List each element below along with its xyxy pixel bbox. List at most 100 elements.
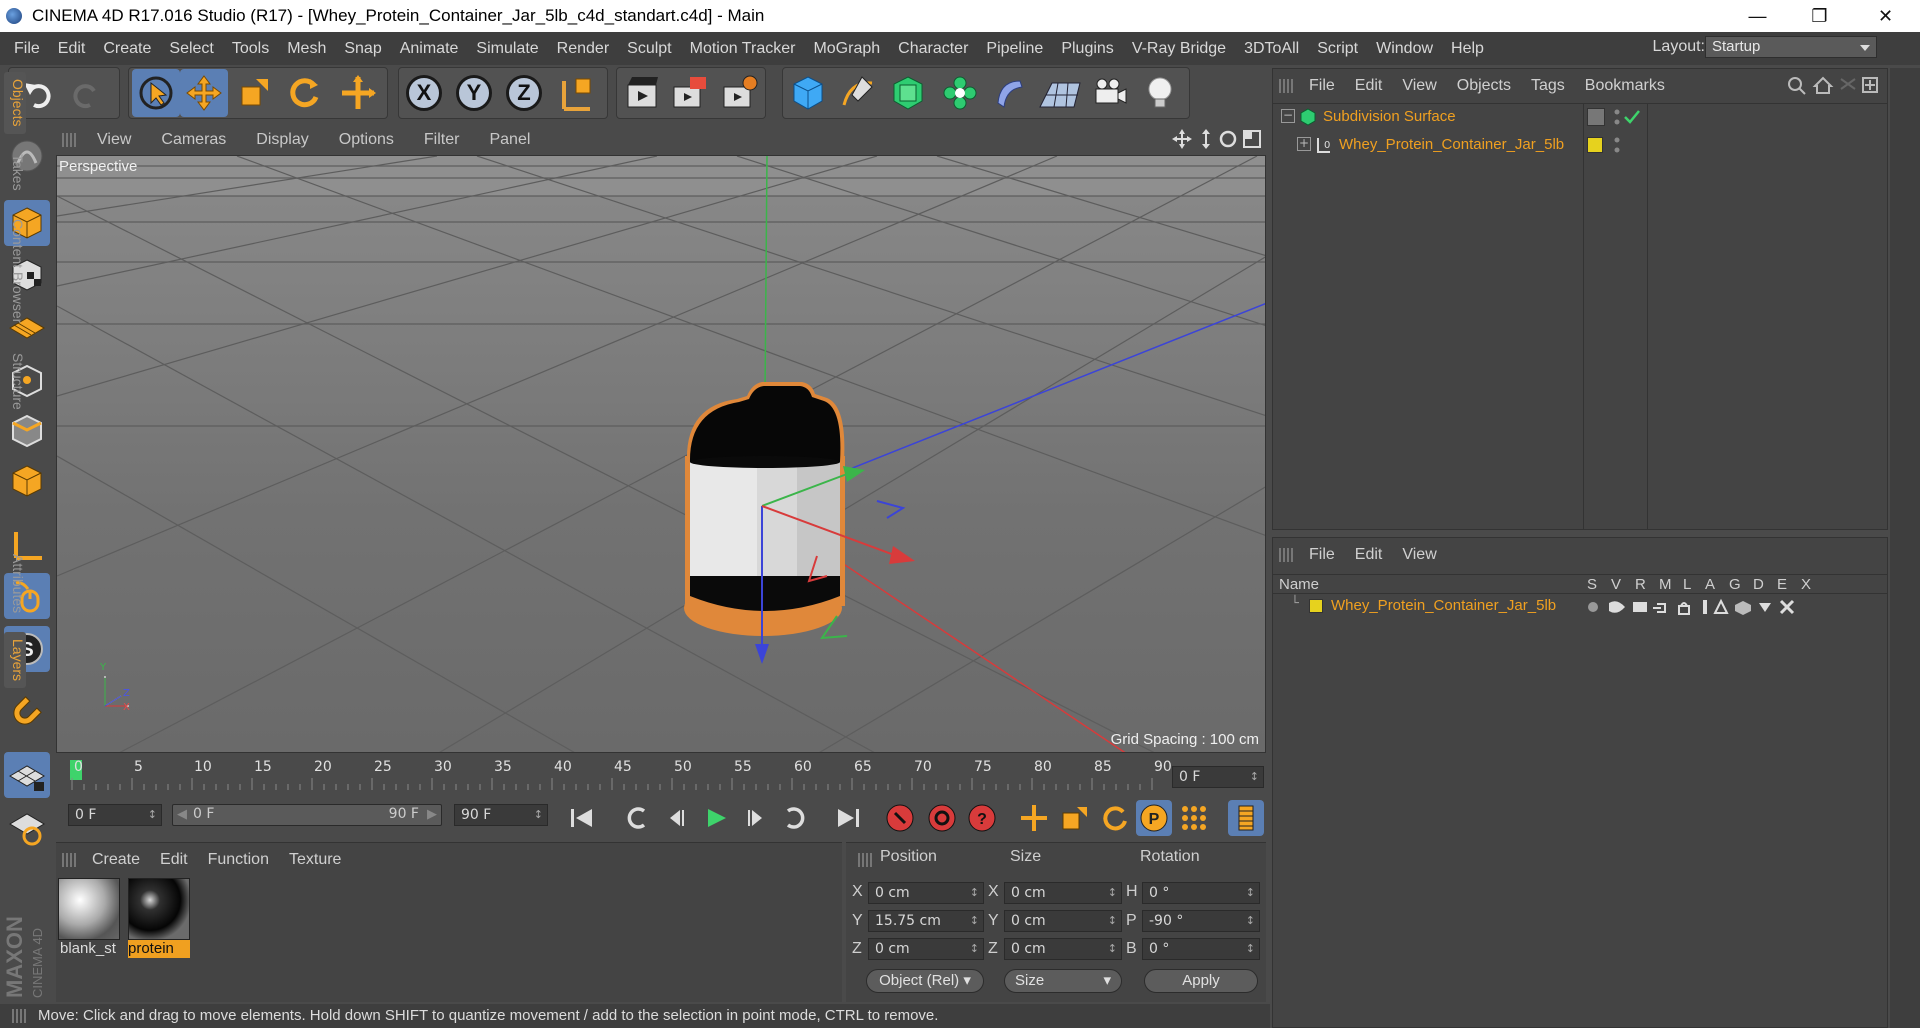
position-x-field[interactable]: 0 cm — [868, 882, 984, 904]
viewport-menu-cameras[interactable]: Cameras — [146, 131, 241, 149]
last-tool-icon[interactable] — [334, 69, 382, 117]
x-axis-lock-button[interactable]: X — [400, 69, 448, 117]
tab-objects[interactable]: Objects — [4, 72, 26, 134]
key-rotation-icon[interactable] — [1096, 800, 1132, 836]
keyframe-selection-icon[interactable]: ? — [964, 800, 1000, 836]
previous-frame-icon[interactable] — [658, 800, 694, 836]
tab-attributes[interactable]: Attributes — [4, 546, 26, 622]
subdivision-surface-icon[interactable] — [884, 69, 932, 117]
live-selection-icon[interactable] — [132, 69, 180, 117]
menu-motion-tracker[interactable]: Motion Tracker — [681, 40, 805, 58]
viewport-menu-display[interactable]: Display — [241, 131, 323, 149]
tab-content-browser[interactable]: Content Browser — [4, 206, 26, 336]
floor-environment-icon[interactable] — [1036, 69, 1084, 117]
next-frame-icon[interactable] — [738, 800, 774, 836]
snapping-magnet-icon[interactable] — [4, 688, 50, 734]
go-to-end-icon[interactable] — [830, 800, 866, 836]
rotate-tool-icon[interactable] — [280, 69, 328, 117]
menu-mograph[interactable]: MoGraph — [804, 40, 889, 58]
om-nav-icons[interactable] — [1781, 75, 1881, 97]
y-axis-lock-button[interactable]: Y — [450, 69, 498, 117]
apply-button[interactable]: Apply — [1144, 969, 1258, 993]
render-settings-icon[interactable] — [716, 69, 764, 117]
key-position-icon[interactable] — [1016, 800, 1052, 836]
material-menu-texture[interactable]: Texture — [279, 851, 351, 869]
enabled-check-icon[interactable] — [1623, 108, 1641, 126]
menu-create[interactable]: Create — [94, 40, 160, 58]
coordinate-mode-dropdown[interactable]: Object (Rel) ▾ — [866, 969, 984, 993]
object-name-subdivision[interactable]: Subdivision Surface — [1323, 108, 1456, 125]
viewport-menu-options[interactable]: Options — [324, 131, 409, 149]
layer-toggle-icons[interactable] — [1585, 598, 1817, 616]
material-menu-function[interactable]: Function — [198, 851, 279, 869]
render-picture-viewer-icon[interactable] — [666, 69, 714, 117]
menu-vray-bridge[interactable]: V-Ray Bridge — [1123, 40, 1235, 58]
menu-render[interactable]: Render — [548, 40, 618, 58]
menu-plugins[interactable]: Plugins — [1052, 40, 1122, 58]
material-menu-create[interactable]: Create — [82, 851, 150, 869]
viewport-menu-view[interactable]: View — [82, 131, 146, 149]
om-menu-tags[interactable]: Tags — [1521, 77, 1575, 95]
mograph-cloner-icon[interactable] — [936, 69, 984, 117]
position-z-field[interactable]: 0 cm — [868, 938, 984, 960]
menu-sculpt[interactable]: Sculpt — [618, 40, 680, 58]
visibility-dots-icon[interactable] — [1611, 105, 1623, 129]
layer-color-swatch[interactable] — [1587, 137, 1603, 153]
menu-3dtoall[interactable]: 3DToAll — [1235, 40, 1308, 58]
tab-layers[interactable]: Layers — [4, 632, 26, 688]
material-swatch-protein[interactable] — [128, 878, 190, 940]
size-mode-dropdown[interactable]: Size ▾ — [1004, 969, 1122, 993]
menu-select[interactable]: Select — [160, 40, 222, 58]
play-forward-icon[interactable] — [698, 800, 734, 836]
om-menu-view[interactable]: View — [1392, 77, 1446, 95]
layout-select[interactable]: Startup — [1705, 36, 1877, 58]
key-parameter-icon[interactable]: P — [1136, 800, 1172, 836]
go-to-start-icon[interactable] — [564, 800, 600, 836]
rotation-h-field[interactable]: 0 ° — [1142, 882, 1260, 904]
layer-name[interactable]: Whey_Protein_Container_Jar_5lb — [1331, 597, 1556, 614]
preview-range-slider[interactable]: ◀ 0 F 90 F ▶ — [172, 804, 442, 826]
size-z-field[interactable]: 0 cm — [1004, 938, 1122, 960]
workplane-lock-icon[interactable] — [4, 752, 50, 798]
key-scale-icon[interactable] — [1056, 800, 1092, 836]
menu-window[interactable]: Window — [1367, 40, 1442, 58]
deformer-bend-icon[interactable] — [986, 69, 1034, 117]
polygons-mode-icon[interactable] — [4, 458, 50, 504]
cube-primitive-icon[interactable] — [784, 69, 832, 117]
tab-takes[interactable]: Takes — [4, 148, 26, 196]
z-axis-lock-button[interactable]: Z — [500, 69, 548, 117]
move-tool-icon[interactable] — [180, 69, 228, 117]
close-button[interactable]: ✕ — [1858, 0, 1913, 32]
maximize-button[interactable]: ❐ — [1792, 0, 1847, 32]
material-swatch-blank[interactable] — [58, 878, 120, 940]
previous-key-icon[interactable] — [618, 800, 654, 836]
object-row-whey-container[interactable]: + 0 Whey_Protein_Container_Jar_5lb — [1273, 133, 1887, 159]
minimize-button[interactable]: — — [1730, 0, 1785, 32]
lm-menu-edit[interactable]: Edit — [1345, 546, 1393, 564]
key-point-level-icon[interactable] — [1176, 800, 1212, 836]
menu-script[interactable]: Script — [1308, 40, 1367, 58]
rotation-p-field[interactable]: -90 ° — [1142, 910, 1260, 932]
position-y-field[interactable]: 15.75 cm — [868, 910, 984, 932]
menu-pipeline[interactable]: Pipeline — [977, 40, 1052, 58]
render-view-icon[interactable] — [618, 69, 666, 117]
menu-help[interactable]: Help — [1442, 40, 1493, 58]
rotation-b-field[interactable]: 0 ° — [1142, 938, 1260, 960]
collapse-toggle-icon[interactable]: − — [1281, 109, 1295, 123]
tab-structure[interactable]: Structure — [4, 346, 26, 416]
next-key-icon[interactable] — [778, 800, 814, 836]
viewport-menu-filter[interactable]: Filter — [409, 131, 475, 149]
viewport-menu-panel[interactable]: Panel — [474, 131, 545, 149]
om-menu-objects[interactable]: Objects — [1447, 77, 1521, 95]
menu-mesh[interactable]: Mesh — [278, 40, 335, 58]
menu-tools[interactable]: Tools — [223, 40, 278, 58]
om-menu-edit[interactable]: Edit — [1345, 77, 1393, 95]
menu-snap[interactable]: Snap — [335, 40, 390, 58]
timeline-ruler[interactable]: 0 5 10 15 20 25 30 35 40 45 50 55 60 65 70 75 80 85 90 0 F — [56, 756, 1266, 794]
size-y-field[interactable]: 0 cm — [1004, 910, 1122, 932]
expand-toggle-icon[interactable]: + — [1297, 137, 1311, 151]
object-row-subdivision[interactable]: − Subdivision Surface — [1273, 105, 1887, 131]
menu-character[interactable]: Character — [889, 40, 977, 58]
layer-row[interactable]: └ Whey_Protein_Container_Jar_5lb — [1273, 596, 1887, 618]
object-name-whey-container[interactable]: Whey_Protein_Container_Jar_5lb — [1339, 136, 1564, 153]
